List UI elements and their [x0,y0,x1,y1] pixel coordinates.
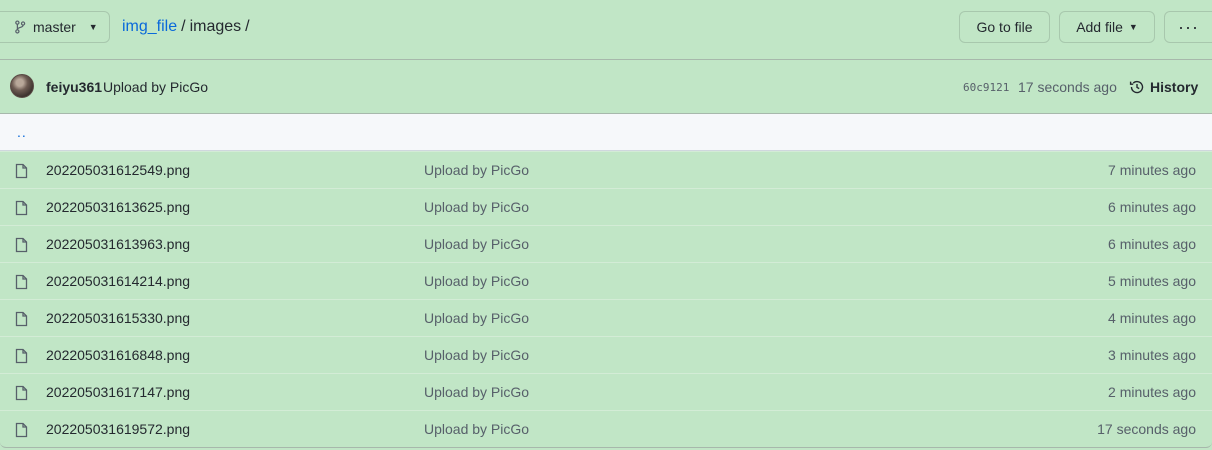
file-commit-time: 6 minutes ago [1108,236,1196,252]
file-row: 202205031617147.png Upload by PicGo 2 mi… [0,373,1212,410]
file-commit-message-link[interactable]: Upload by PicGo [424,236,529,252]
file-icon [15,237,28,253]
history-clock-icon [1129,80,1144,94]
latest-commit-bar: feiyu361 Upload by PicGo 60c9121 17 seco… [0,60,1212,114]
file-row: 202205031616848.png Upload by PicGo 3 mi… [0,336,1212,373]
breadcrumb-folder: images [189,18,242,35]
file-row: 202205031619572.png Upload by PicGo 17 s… [0,410,1212,447]
breadcrumb: img_file / images / [122,17,254,37]
avatar[interactable] [10,74,34,98]
file-icon [15,163,28,179]
history-link[interactable]: History [1129,79,1198,95]
file-name-link[interactable]: 202205031612549.png [46,162,190,178]
commit-message-link[interactable]: Upload by PicGo [103,79,208,95]
add-file-label: Add file [1076,19,1123,35]
history-label: History [1150,79,1199,95]
file-name-link[interactable]: 202205031619572.png [46,421,190,437]
file-commit-time: 7 minutes ago [1108,162,1196,178]
breadcrumb-repo-link[interactable]: img_file [122,18,177,35]
file-commit-time: 3 minutes ago [1108,347,1196,363]
add-file-button[interactable]: Add file ▼ [1059,11,1155,43]
commit-time: 17 seconds ago [1018,79,1117,95]
file-commit-message-link[interactable]: Upload by PicGo [424,199,529,215]
commit-sha-link[interactable]: 60c9121 [963,81,1009,94]
file-icon [15,274,28,290]
file-commit-time: 5 minutes ago [1108,273,1196,289]
breadcrumb-separator: / [245,18,250,35]
file-commit-message-link[interactable]: Upload by PicGo [424,347,529,363]
file-name-link[interactable]: 202205031614214.png [46,273,190,289]
file-icon [15,311,28,327]
file-icon [15,422,28,438]
file-icon [15,200,28,216]
parent-directory-row[interactable]: .. [0,114,1212,151]
file-row: 202205031615330.png Upload by PicGo 4 mi… [0,299,1212,336]
file-row: 202205031614214.png Upload by PicGo 5 mi… [0,262,1212,299]
file-commit-message-link[interactable]: Upload by PicGo [424,421,529,437]
file-row: 202205031613625.png Upload by PicGo 6 mi… [0,188,1212,225]
commit-author-link[interactable]: feiyu361 [46,79,102,95]
file-icon [15,385,28,401]
file-commit-message-link[interactable]: Upload by PicGo [424,162,529,178]
caret-down-icon: ▼ [1128,22,1138,32]
file-commit-time: 2 minutes ago [1108,384,1196,400]
caret-down-icon: ▼ [88,22,98,32]
file-commit-message-link[interactable]: Upload by PicGo [424,384,529,400]
file-name-link[interactable]: 202205031615330.png [46,310,190,326]
git-branch-icon [15,20,26,34]
file-name-link[interactable]: 202205031616848.png [46,347,190,363]
file-navigation-bar: master ▼ img_file / images / Go to file Add… [0,0,1212,58]
file-name-link[interactable]: 202205031617147.png [46,384,190,400]
file-list-box: feiyu361 Upload by PicGo 60c9121 17 seco… [0,59,1212,448]
file-commit-time: 6 minutes ago [1108,199,1196,215]
branch-select-button[interactable]: master ▼ [0,11,110,43]
breadcrumb-separator: / [181,18,186,35]
branch-name: master [33,19,76,35]
file-commit-message-link[interactable]: Upload by PicGo [424,310,529,326]
file-commit-time: 17 seconds ago [1097,421,1196,437]
file-row: 202205031612549.png Upload by PicGo 7 mi… [0,151,1212,188]
file-commit-time: 4 minutes ago [1108,310,1196,326]
file-name-link[interactable]: 202205031613963.png [46,236,190,252]
file-row: 202205031613963.png Upload by PicGo 6 mi… [0,225,1212,262]
go-to-file-button[interactable]: Go to file [959,11,1050,43]
file-icon [15,348,28,364]
file-name-link[interactable]: 202205031613625.png [46,199,190,215]
more-options-button[interactable]: ··· [1164,11,1212,43]
parent-directory-link[interactable]: .. [17,124,27,140]
file-commit-message-link[interactable]: Upload by PicGo [424,273,529,289]
